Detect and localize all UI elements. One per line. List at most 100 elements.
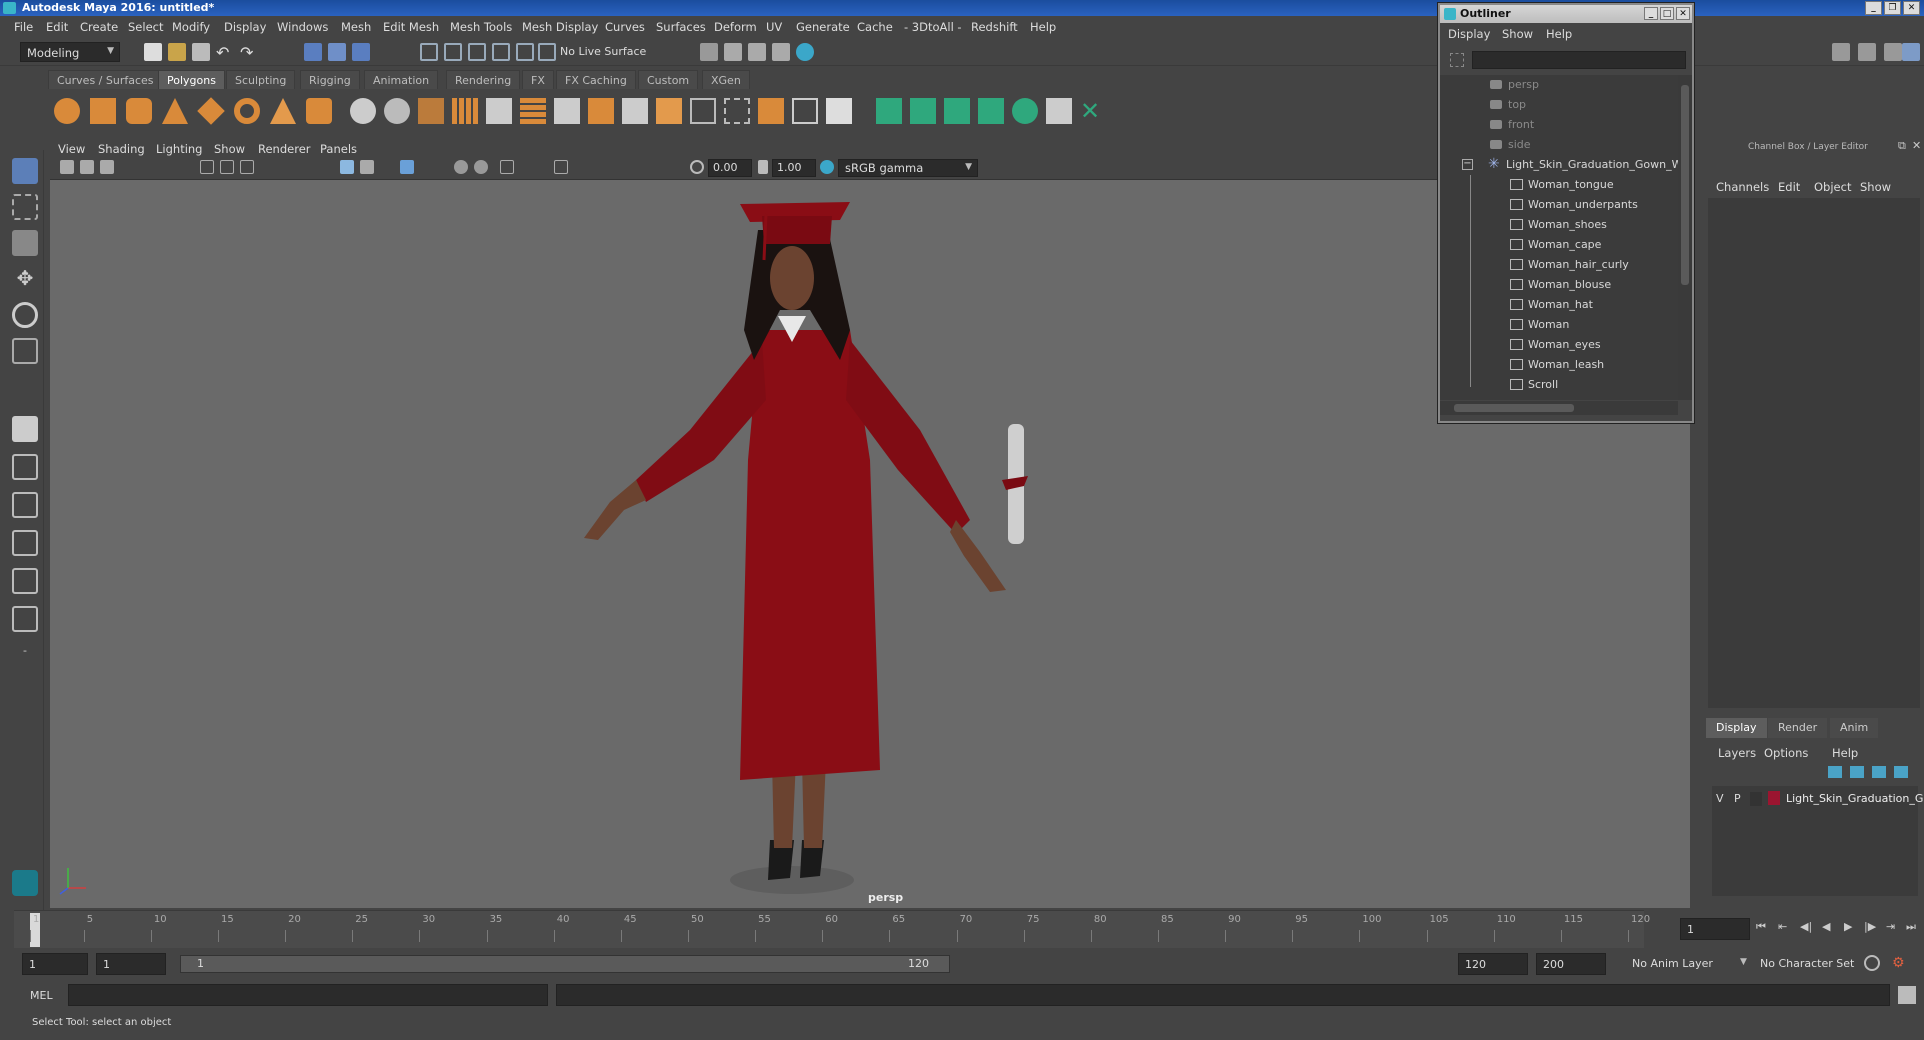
menu-edit-mesh[interactable]: Edit Mesh	[383, 20, 439, 34]
layer-color-swatch[interactable]	[1768, 791, 1780, 805]
outliner-item-woman-cape[interactable]: Woman_cape	[1440, 235, 1678, 255]
move-layer-up-icon[interactable]	[1828, 766, 1842, 778]
combine-icon[interactable]	[350, 98, 376, 124]
shadows-icon[interactable]	[454, 160, 468, 174]
target-weld-icon[interactable]	[758, 98, 784, 124]
undo-icon[interactable]: ↶	[216, 43, 234, 62]
new-layer-selected-icon[interactable]	[1894, 766, 1908, 778]
shelf-tab-curves-surfaces[interactable]: Curves / Surfaces	[48, 70, 163, 89]
insert-edge-loop-icon[interactable]	[724, 98, 750, 124]
shelf-tab-rendering[interactable]: Rendering	[446, 70, 521, 89]
step-back-frame-icon[interactable]: ◀|	[1800, 920, 1812, 933]
panel-menu-renderer[interactable]: Renderer	[258, 142, 311, 156]
single-perspective-layout-icon[interactable]	[12, 416, 38, 442]
menu-surfaces[interactable]: Surfaces	[656, 20, 706, 34]
panel-menu-shading[interactable]: Shading	[98, 142, 145, 156]
wireframe-icon[interactable]	[340, 160, 354, 174]
time-slider[interactable]: 1 5 10 15 20 25 30 35 40 45 50 55 60 65 70 75 80 85 90 95 10…	[14, 910, 1650, 948]
scrollbar-thumb[interactable]	[1681, 85, 1689, 285]
ambient-occlusion-icon[interactable]	[474, 160, 488, 174]
automatic-mapping-icon[interactable]	[978, 98, 1004, 124]
poly-cone-icon[interactable]	[162, 98, 188, 124]
persp-outliner-layout-icon[interactable]	[12, 568, 38, 594]
chevron-down-icon[interactable]: ▼	[1740, 957, 1747, 967]
outliner-search-input[interactable]	[1472, 51, 1686, 69]
separate-icon[interactable]	[384, 98, 410, 124]
outliner-item-woman-hat[interactable]: Woman_hat	[1440, 295, 1678, 315]
playback-start-field[interactable]: 1	[96, 953, 166, 975]
shelf-tab-fx-caching[interactable]: FX Caching	[556, 70, 636, 89]
select-by-component-icon[interactable]	[352, 43, 370, 61]
render-view-icon[interactable]	[772, 43, 790, 61]
layer-tab-anim[interactable]: Anim	[1830, 718, 1879, 738]
paint-select-icon[interactable]	[12, 230, 38, 256]
mode-selector[interactable]: Modeling ▼	[20, 42, 120, 62]
resolution-gate-icon[interactable]	[240, 160, 254, 174]
gamma-icon[interactable]	[758, 160, 768, 174]
layout-menu-icon[interactable]: -	[12, 644, 38, 670]
color-space-dropdown[interactable]: sRGB gamma ▼	[838, 159, 978, 177]
attribute-editor-icon[interactable]	[1858, 43, 1876, 61]
xray-icon[interactable]	[554, 160, 568, 174]
layer-visibility-toggle[interactable]: V	[1716, 792, 1724, 805]
outliner-item-gown-group[interactable]: − ✳ Light_Skin_Graduation_Gown_W	[1440, 155, 1678, 175]
outliner-item-scroll[interactable]: Scroll	[1440, 375, 1678, 395]
planar-mapping-icon[interactable]	[876, 98, 902, 124]
go-to-start-icon[interactable]: ⏮	[1756, 920, 1766, 934]
outliner-item-front[interactable]: front	[1440, 115, 1678, 135]
script-editor-icon[interactable]	[1898, 986, 1916, 1004]
close-icon[interactable]: ✕	[1903, 1, 1920, 15]
anim-layer-dropdown[interactable]: No Anim Layer	[1632, 957, 1713, 970]
save-scene-icon[interactable]	[192, 43, 210, 61]
channel-box-toggle-icon[interactable]	[1902, 43, 1920, 61]
menu-mesh-tools[interactable]: Mesh Tools	[450, 20, 512, 34]
step-forward-key-icon[interactable]: ⇥	[1886, 920, 1895, 933]
new-layer-icon[interactable]	[1872, 766, 1886, 778]
exposure-icon[interactable]	[690, 160, 704, 174]
play-forwards-icon[interactable]: ▶	[1844, 920, 1852, 933]
poly-plane-icon[interactable]	[197, 97, 225, 125]
extrude-icon[interactable]	[520, 98, 546, 124]
restore-icon[interactable]: ❐	[1884, 1, 1901, 15]
show-menu[interactable]: Show	[1860, 180, 1891, 194]
layer-playback-toggle[interactable]: P	[1734, 792, 1741, 805]
render-settings-icon[interactable]	[700, 43, 718, 61]
outliner-horizontal-scrollbar[interactable]	[1440, 401, 1678, 415]
snap-magnet-icon[interactable]	[538, 43, 556, 61]
grid-toggle-icon[interactable]	[200, 160, 214, 174]
cut-uv-icon[interactable]	[1012, 98, 1038, 124]
outliner-item-woman-tongue[interactable]: Woman_tongue	[1440, 175, 1678, 195]
four-view-layout-icon[interactable]	[12, 454, 38, 480]
poly-cube-icon[interactable]	[90, 98, 116, 124]
bookmark-icon[interactable]	[100, 160, 114, 174]
menu-create[interactable]: Create	[80, 20, 118, 34]
outliner-window[interactable]: Outliner _ □ ✕ Display Show Help persp t…	[1438, 3, 1694, 423]
playback-end-field[interactable]: 120	[1458, 953, 1528, 975]
snap-point-icon[interactable]	[468, 43, 486, 61]
animation-preferences-icon[interactable]: ⚙	[1892, 955, 1905, 971]
poly-cylinder-icon[interactable]	[126, 98, 152, 124]
collapse-icon[interactable]: −	[1462, 159, 1473, 170]
menu-modify[interactable]: Modify	[172, 20, 210, 34]
scale-tool-icon[interactable]	[12, 338, 38, 364]
layer-row[interactable]: V P Light_Skin_Graduation_G	[1712, 790, 1923, 808]
multi-cut-icon[interactable]	[690, 98, 716, 124]
menu-display[interactable]: Display	[224, 20, 266, 34]
select-tool-icon[interactable]	[12, 158, 38, 184]
panel-menu-panels[interactable]: Panels	[320, 142, 357, 156]
range-slider[interactable]: 1 120	[180, 955, 950, 973]
smooth-icon[interactable]	[452, 98, 478, 124]
panel-menu-show[interactable]: Show	[214, 142, 245, 156]
persp-graph-layout-icon[interactable]	[12, 530, 38, 556]
poly-sphere-icon[interactable]	[54, 98, 80, 124]
live-surface-label[interactable]: No Live Surface	[560, 45, 646, 58]
menu-help[interactable]: Help	[1030, 20, 1056, 34]
render-frame-icon[interactable]	[724, 43, 742, 61]
menu-curves[interactable]: Curves	[605, 20, 645, 34]
menu-mesh[interactable]: Mesh	[341, 20, 371, 34]
rotate-tool-icon[interactable]	[12, 302, 38, 328]
outliner-menu-help[interactable]: Help	[1546, 27, 1572, 41]
menu-uv[interactable]: UV	[766, 20, 782, 34]
side-by-side-layout-icon[interactable]	[12, 492, 38, 518]
poly-pyramid-icon[interactable]	[270, 98, 296, 124]
